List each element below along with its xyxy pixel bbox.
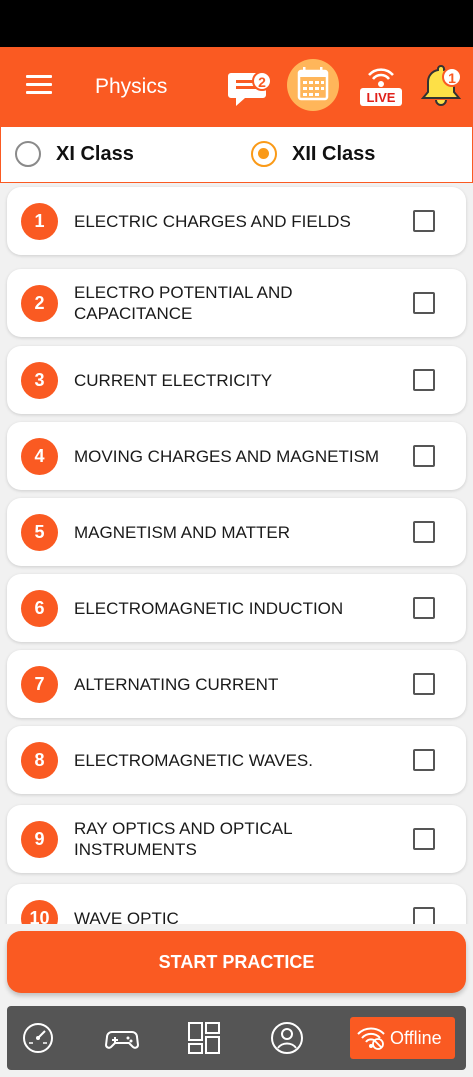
chapter-item[interactable]: 6 ELECTROMAGNETIC INDUCTION <box>7 574 466 642</box>
speedometer-icon[interactable] <box>21 1021 55 1055</box>
live-label: LIVE <box>367 90 396 105</box>
xii-class-option[interactable]: XII Class <box>251 139 375 169</box>
chapter-title: ALTERNATING CURRENT <box>74 674 279 694</box>
chapter-number: 9 <box>21 821 58 858</box>
menu-icon[interactable] <box>26 75 52 95</box>
chapter-list[interactable]: 1 ELECTRIC CHARGES AND FIELDS 2 ELECTRO … <box>0 183 473 924</box>
chapter-checkbox[interactable] <box>413 521 435 543</box>
chat-badge: 2 <box>252 71 272 91</box>
bell-icon[interactable]: 1 <box>418 63 466 111</box>
class-toggle: XI Class XII Class <box>0 127 473 183</box>
chapter-item[interactable]: 9 RAY OPTICS AND OPTICAL INSTRUMENTS <box>7 805 466 873</box>
chapter-number: 2 <box>21 285 58 322</box>
offline-button[interactable]: Offline <box>350 1017 455 1059</box>
chapter-item[interactable]: 7 ALTERNATING CURRENT <box>7 650 466 718</box>
chapter-title: MOVING CHARGES AND MAGNETISM <box>74 446 380 466</box>
chapter-item[interactable]: 5 MAGNETISM AND MATTER <box>7 498 466 566</box>
chapter-item[interactable]: 10 WAVE OPTIC <box>7 884 466 924</box>
xi-class-label: XI Class <box>56 142 134 165</box>
wifi-off-icon <box>357 1027 385 1050</box>
start-practice-button[interactable]: START PRACTICE <box>7 931 466 993</box>
chapter-checkbox[interactable] <box>413 673 435 695</box>
gamepad-icon[interactable] <box>104 1021 140 1055</box>
chapter-item[interactable]: 1 ELECTRIC CHARGES AND FIELDS <box>7 187 466 255</box>
xi-class-radio[interactable] <box>15 141 41 167</box>
chapter-checkbox[interactable] <box>413 445 435 467</box>
chapter-number: 3 <box>21 362 58 399</box>
chapter-number: 8 <box>21 742 58 779</box>
xii-class-label: XII Class <box>292 142 376 165</box>
app-bar: Physics 2 LIVE 1 <box>0 47 473 127</box>
xi-class-option[interactable]: XI Class <box>15 139 134 169</box>
chapter-number: 4 <box>21 438 58 475</box>
chapter-checkbox[interactable] <box>413 907 435 924</box>
profile-icon[interactable] <box>270 1021 304 1055</box>
chapter-title: ELECTRIC CHARGES AND FIELDS <box>74 211 351 231</box>
chapter-title: RAY OPTICS AND OPTICAL INSTRUMENTS <box>74 819 292 859</box>
chapter-number: 10 <box>21 900 58 924</box>
chapter-number: 6 <box>21 590 58 627</box>
chapter-title: WAVE OPTIC <box>74 908 179 925</box>
notification-badge: 1 <box>442 67 462 87</box>
chapter-title: ELECTROMAGNETIC INDUCTION <box>74 598 344 618</box>
bottom-nav: Offline <box>7 1006 466 1070</box>
chapter-checkbox[interactable] <box>413 369 435 391</box>
chapter-title: CURRENT ELECTRICITY <box>74 370 273 390</box>
chapter-item[interactable]: 4 MOVING CHARGES AND MAGNETISM <box>7 422 466 490</box>
chapter-title: ELECTROMAGNETIC WAVES. <box>74 750 313 770</box>
chapter-number: 5 <box>21 514 58 551</box>
chapter-item[interactable]: 2 ELECTRO POTENTIAL AND CAPACITANCE <box>7 269 466 337</box>
chapter-checkbox[interactable] <box>413 210 435 232</box>
chapter-checkbox[interactable] <box>413 828 435 850</box>
dashboard-icon[interactable] <box>187 1021 221 1055</box>
offline-label: Offline <box>390 1027 442 1048</box>
chapter-checkbox[interactable] <box>413 292 435 314</box>
chapter-checkbox[interactable] <box>413 597 435 619</box>
page-title: Physics <box>95 75 168 98</box>
chapter-item[interactable]: 3 CURRENT ELECTRICITY <box>7 346 466 414</box>
chapter-number: 7 <box>21 666 58 703</box>
xii-class-radio[interactable] <box>251 141 277 167</box>
chat-icon[interactable]: 2 <box>228 67 274 111</box>
chapter-title: ELECTRO POTENTIAL AND CAPACITANCE <box>74 283 293 323</box>
calendar-icon[interactable] <box>287 59 339 111</box>
status-bar <box>0 0 473 47</box>
chapter-checkbox[interactable] <box>413 749 435 771</box>
chapter-item[interactable]: 8 ELECTROMAGNETIC WAVES. <box>7 726 466 794</box>
live-icon[interactable]: LIVE <box>356 63 406 109</box>
chapter-number: 1 <box>21 203 58 240</box>
chapter-title: MAGNETISM AND MATTER <box>74 522 290 542</box>
